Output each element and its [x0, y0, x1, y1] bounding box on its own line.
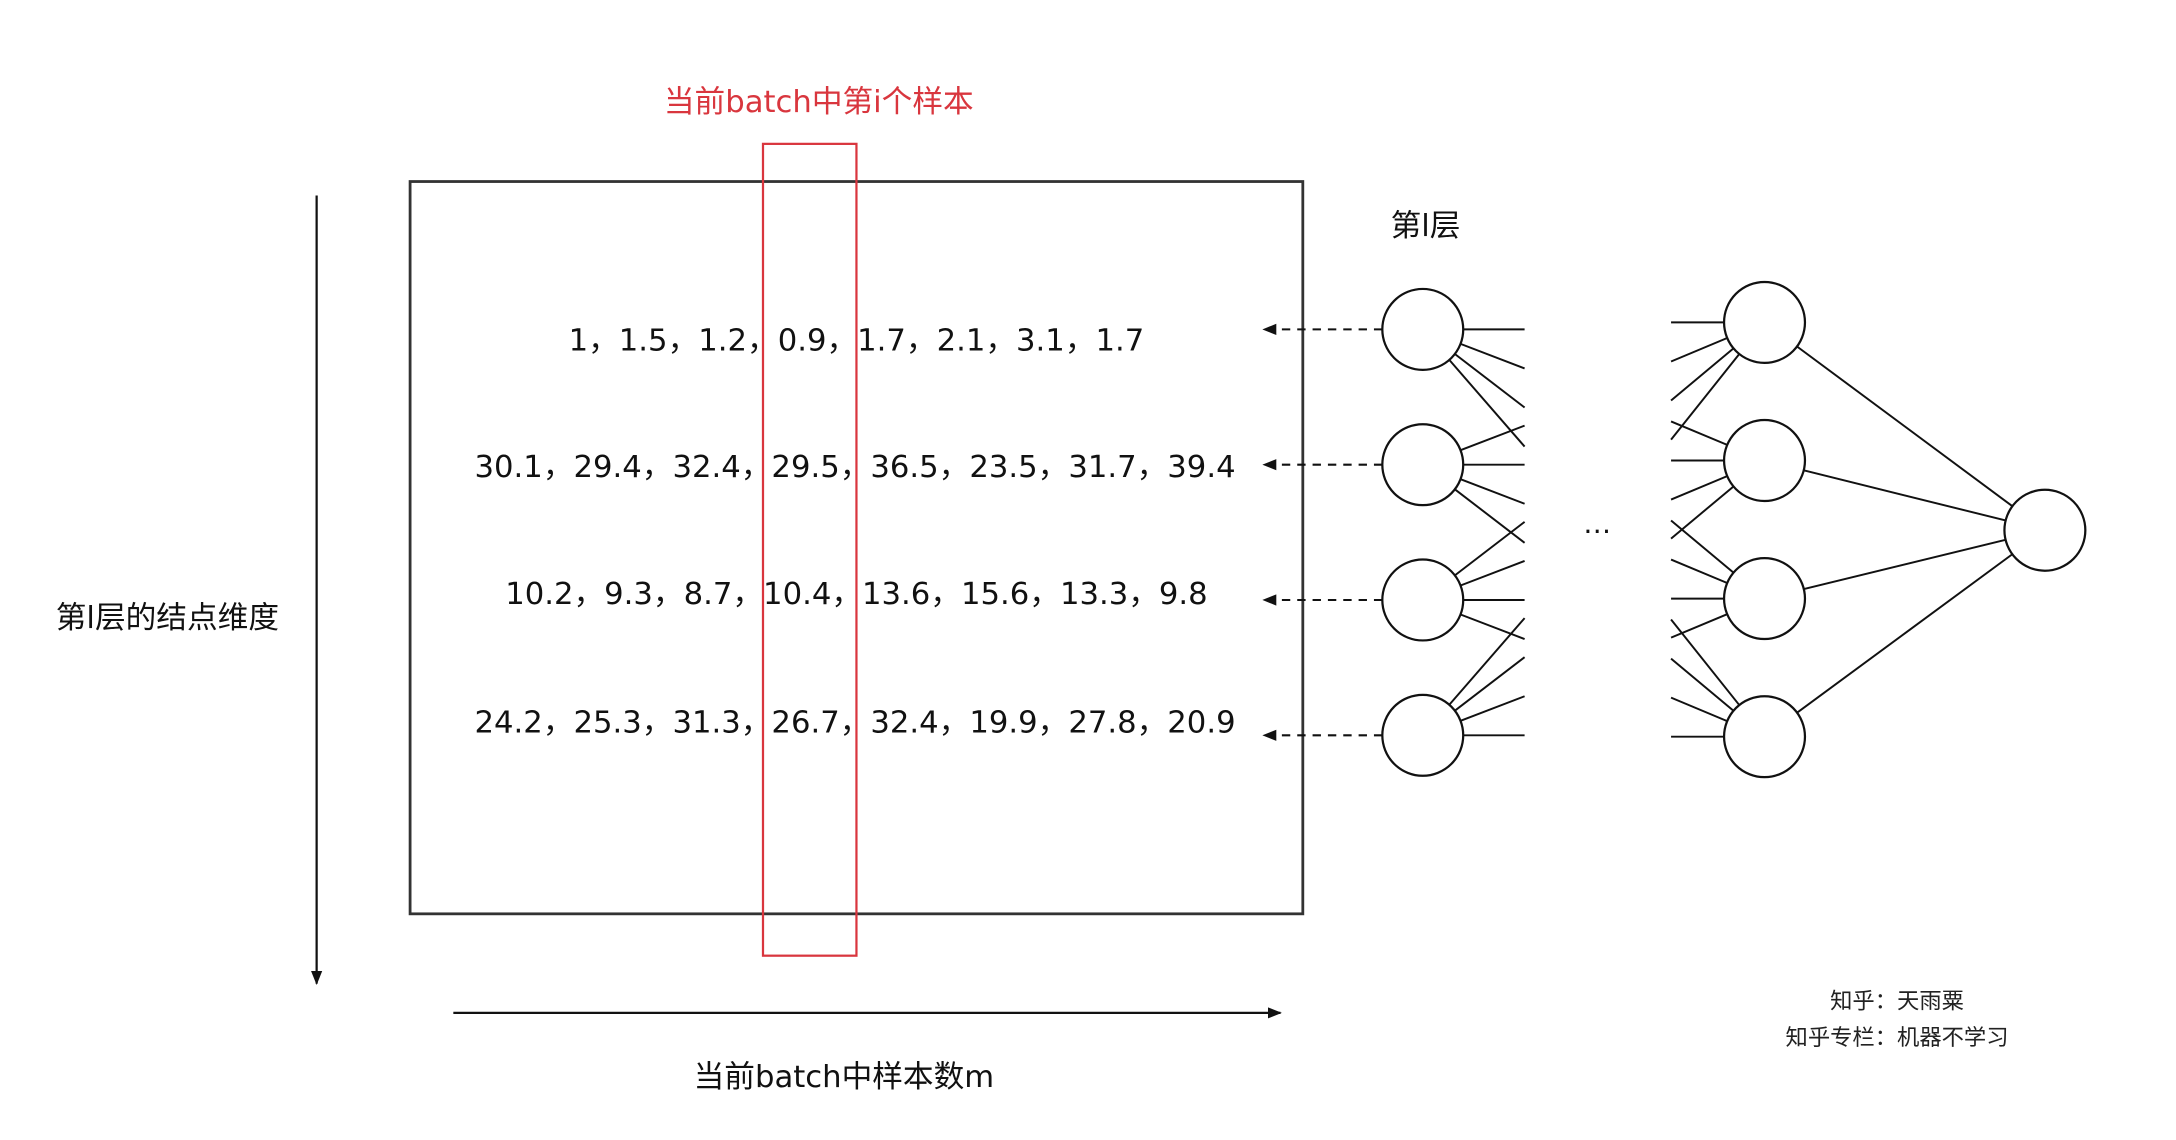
- connection-line: [1670, 696, 1728, 722]
- connection-line: [1796, 553, 2013, 714]
- credit-column: 知乎专栏：机器不学习: [1786, 1025, 2009, 1051]
- neural-network: [1262, 280, 2087, 779]
- connection-line: [1454, 521, 1526, 577]
- batch-norm-diagram: 当前batch中第i个样本 1，1.5，1.2，0.9，1.7，2.1，3.1，…: [56, 85, 2087, 1095]
- connection-line: [1448, 617, 1526, 706]
- layer-l-node: [1381, 287, 1465, 371]
- layer-l-node: [1381, 693, 1465, 777]
- output-node: [2003, 488, 2087, 572]
- connection-line: [1460, 613, 1525, 640]
- connection-line: [1796, 345, 2013, 507]
- connection-line: [1670, 485, 1735, 540]
- matrix-row: 30.1，29.4，32.4，29.5，36.5，23.5，31.7，39.4: [475, 450, 1236, 485]
- connection-line: [1454, 353, 1526, 409]
- connection-line: [1670, 613, 1728, 639]
- hidden-node: [1722, 418, 1807, 503]
- matrix-row: 24.2，25.3，31.3，26.7，32.4，19.9，27.8，20.9: [475, 706, 1236, 741]
- horizontal-axis-label: 当前batch中样本数m: [694, 1060, 995, 1095]
- connection-line: [1670, 519, 1735, 574]
- connection-line: [1454, 656, 1526, 712]
- connection-line: [1460, 424, 1525, 452]
- hidden-node: [1722, 280, 1807, 364]
- highlight-label: 当前batch中第i个样本: [664, 85, 974, 120]
- connection-line: [1670, 337, 1728, 363]
- sample-highlight-box: [761, 142, 858, 957]
- connection-line: [1670, 420, 1728, 446]
- hidden-node: [1722, 695, 1807, 779]
- layer-l-node: [1381, 558, 1465, 642]
- layer-label: 第l层: [1391, 209, 1461, 244]
- connection-line: [1670, 618, 1741, 706]
- hidden-node: [1722, 557, 1807, 641]
- ellipsis: …: [1583, 507, 1611, 540]
- vertical-axis-label: 第l层的结点维度: [56, 601, 279, 636]
- connection-line: [1448, 359, 1526, 448]
- layer-l-node: [1381, 423, 1465, 507]
- connection-line: [1670, 558, 1728, 584]
- connection-line: [1670, 475, 1728, 501]
- connection-line: [1454, 488, 1526, 544]
- credit-author: 知乎：天雨粟: [1830, 989, 1964, 1015]
